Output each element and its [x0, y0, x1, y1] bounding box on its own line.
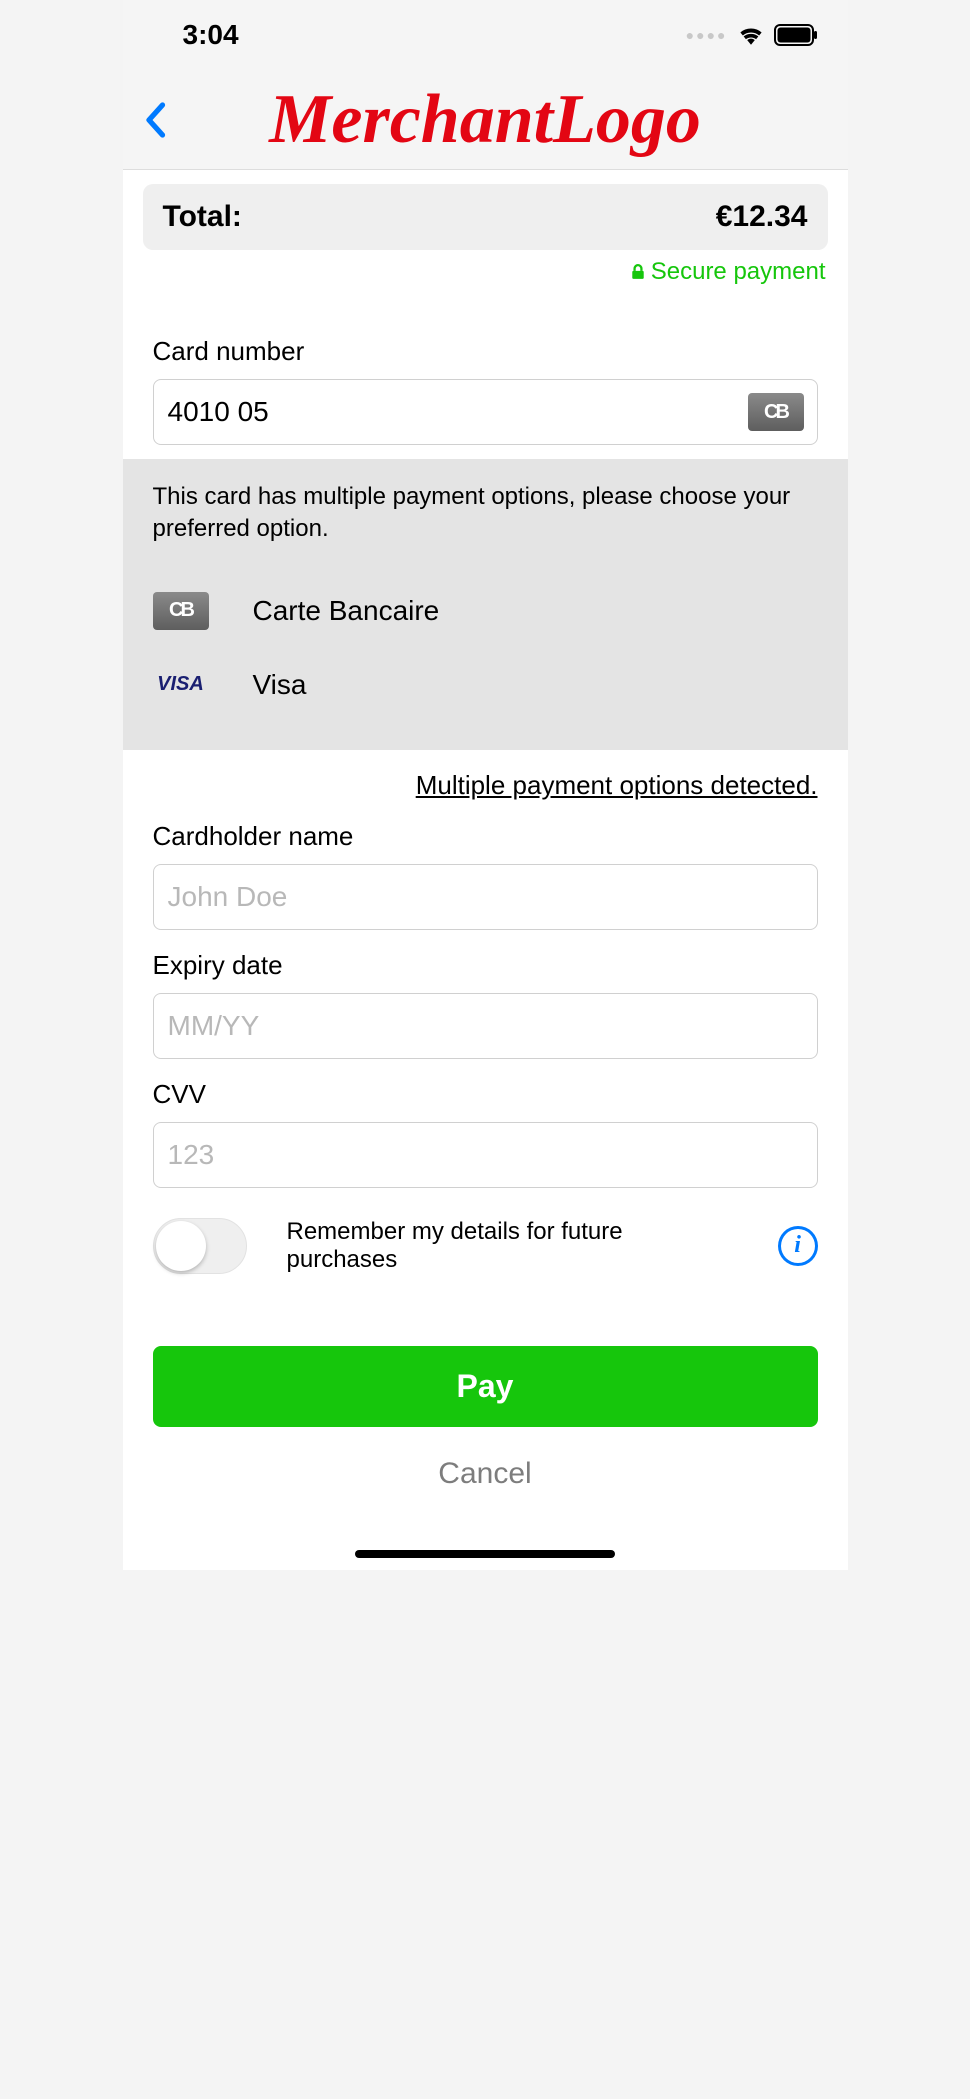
- payment-options-message: This card has multiple payment options, …: [153, 481, 818, 546]
- visa-icon: VISA: [153, 666, 209, 704]
- back-button[interactable]: [135, 100, 175, 140]
- total-row: Total: €12.34: [143, 184, 828, 250]
- expiry-date-label: Expiry date: [153, 950, 818, 981]
- chevron-left-icon: [144, 102, 166, 138]
- card-number-label: Card number: [153, 336, 818, 367]
- expiry-date-input[interactable]: [153, 993, 818, 1059]
- remember-toggle[interactable]: [153, 1218, 247, 1274]
- payment-options-panel: This card has multiple payment options, …: [123, 459, 848, 750]
- wifi-icon: [738, 25, 764, 45]
- cellular-dots-icon: ●●●●: [686, 27, 728, 43]
- info-icon[interactable]: i: [778, 1226, 818, 1266]
- payment-option-label: Visa: [253, 669, 307, 701]
- cancel-button[interactable]: Cancel: [153, 1427, 818, 1521]
- total-label: Total:: [163, 200, 242, 234]
- secure-payment-indicator: Secure payment: [123, 250, 848, 286]
- header: MerchantLogo: [123, 70, 848, 170]
- card-number-input[interactable]: [153, 379, 818, 445]
- pay-button[interactable]: Pay: [153, 1346, 818, 1427]
- total-amount: €12.34: [716, 200, 808, 234]
- cb-icon: CB: [153, 592, 209, 630]
- cardholder-name-label: Cardholder name: [153, 821, 818, 852]
- merchant-logo: MerchantLogo: [269, 85, 701, 155]
- multiple-options-detected-link[interactable]: Multiple payment options detected.: [153, 770, 818, 801]
- secure-payment-text: Secure payment: [651, 258, 826, 286]
- card-brand-badge: CB: [748, 393, 804, 431]
- payment-option-carte-bancaire[interactable]: CB Carte Bancaire: [153, 574, 818, 648]
- payment-option-label: Carte Bancaire: [253, 595, 440, 627]
- home-indicator: [355, 1550, 615, 1558]
- status-time: 3:04: [183, 19, 239, 51]
- lock-icon: [631, 264, 645, 280]
- remember-label: Remember my details for future purchases: [287, 1218, 738, 1274]
- payment-option-visa[interactable]: VISA Visa: [153, 648, 818, 722]
- cvv-label: CVV: [153, 1079, 818, 1110]
- toggle-knob: [156, 1221, 206, 1271]
- status-bar: 3:04 ●●●●: [123, 0, 848, 70]
- battery-icon: [774, 24, 818, 46]
- cb-icon: CB: [764, 401, 787, 424]
- cvv-input[interactable]: [153, 1122, 818, 1188]
- cardholder-name-input[interactable]: [153, 864, 818, 930]
- phone-frame: 3:04 ●●●● MerchantLogo Total: €12.34 Sec…: [123, 0, 848, 1570]
